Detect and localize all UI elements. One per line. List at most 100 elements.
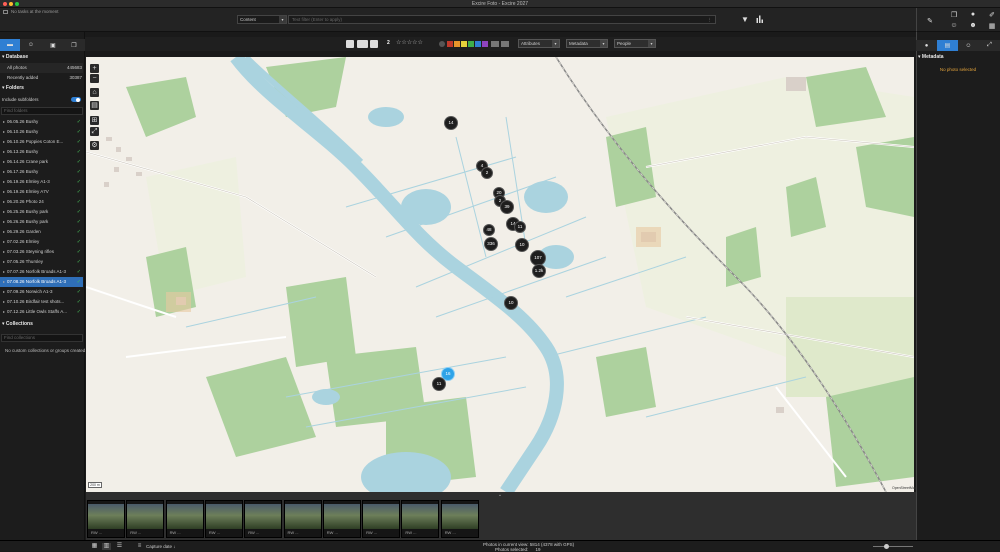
folder-item[interactable]: ▸ 07.02.26 Elmley ✓ <box>0 237 83 247</box>
folder-item[interactable]: ▸ 06.19.26 Elmley A7V ✓ <box>0 187 83 197</box>
star-rating-filter[interactable]: ☆☆☆☆☆ <box>396 39 423 46</box>
person-tab-icon[interactable]: ☺ <box>958 40 979 51</box>
map-view[interactable] <box>86 57 914 492</box>
find-collections-input[interactable]: Find collections <box>1 334 83 342</box>
filmstrip-collapse-icon[interactable]: ⌄ <box>496 492 504 498</box>
thumbnail-size-slider[interactable] <box>873 546 913 547</box>
map-settings-icon[interactable]: ⚙ <box>90 141 99 150</box>
folder-item[interactable]: ▸ 07.05.26 Thursley ✓ <box>0 257 83 267</box>
photo-cluster-marker[interactable]: 48 <box>483 224 495 236</box>
color-label-purple[interactable] <box>482 41 488 47</box>
photo-cluster-marker[interactable]: 336 <box>484 237 498 251</box>
metadata-select[interactable]: Metadata ▾ <box>566 39 608 48</box>
filter-funnel-icon[interactable]: ▼ <box>741 15 749 24</box>
statistics-bars-icon[interactable] <box>756 15 764 23</box>
folder-item[interactable]: ▸ 06.10.26 Bushy ✓ <box>0 127 83 137</box>
color-label-blue[interactable] <box>475 41 481 47</box>
fit-bounds-icon[interactable]: ⤢ <box>90 127 99 136</box>
reject-filter-icon[interactable] <box>501 41 509 47</box>
photo-cluster-marker[interactable]: 11 <box>514 221 526 233</box>
folder-item[interactable]: ▸ 06.25.26 Bushy park ✓ <box>0 207 83 217</box>
face-icon[interactable]: ☺ <box>946 20 962 31</box>
single-view-button[interactable] <box>346 40 354 48</box>
filmstrip-thumbnail[interactable]: RW ... <box>126 500 165 538</box>
photo-cluster-marker[interactable]: 14 <box>444 116 458 130</box>
database-header[interactable]: ▾ Database <box>0 54 85 62</box>
people-tab-icon[interactable]: ☺ <box>21 39 41 51</box>
folder-item[interactable]: ▸ 07.10.26 Birdfair test shots... ✓ <box>0 297 83 307</box>
people-icon[interactable]: ☻ <box>965 20 981 31</box>
recently-added-row[interactable]: Recently added 30387 <box>0 73 83 83</box>
folder-item[interactable]: ▸ 06.10.26 Poppies Coton E... ✓ <box>0 137 83 147</box>
color-label-yellow[interactable] <box>461 41 467 47</box>
attributes-select[interactable]: Attributes ▾ <box>518 39 560 48</box>
filmstrip-thumbnail[interactable]: RW ... <box>283 500 322 538</box>
people-select[interactable]: People ▾ <box>614 39 656 48</box>
layers-icon[interactable]: ❒ <box>946 9 962 20</box>
text-filter-input[interactable]: Text filter (Enter to apply) ⋮ <box>288 15 716 24</box>
folder-item[interactable]: ▸ 07.08.26 Norfolk Broads A1-3 ✓ <box>0 277 83 287</box>
color-label-green[interactable] <box>468 41 474 47</box>
sort-icon[interactable]: ≡ <box>135 543 144 550</box>
filmstrip-thumbnail[interactable]: RW ... <box>204 500 243 538</box>
filmstrip-thumbnail[interactable]: RW ... <box>401 500 440 538</box>
photo-cluster-marker[interactable]: 10 <box>515 238 529 252</box>
collections-tab-icon[interactable]: ❐ <box>64 39 84 51</box>
folder-item[interactable]: ▸ 07.09.26 Norwich A1-3 ✓ <box>0 287 83 297</box>
compare-view-button[interactable] <box>357 40 368 48</box>
filmstrip-thumbnail[interactable]: RW ... <box>440 500 479 538</box>
calendar-icon[interactable]: ▤ <box>90 101 99 110</box>
folder-item[interactable]: ▸ 06.29.26 Garden ✓ <box>0 227 83 237</box>
info-tab-icon[interactable]: ● <box>916 40 937 51</box>
color-label-red[interactable] <box>447 41 453 47</box>
folder-item[interactable]: ▸ 06.13.26 Bushy ✓ <box>0 147 83 157</box>
home-icon[interactable]: ⌂ <box>90 88 99 97</box>
filmstrip-thumbnail[interactable]: RW ... <box>165 500 204 538</box>
find-folders-input[interactable]: Find folders <box>1 107 83 115</box>
folder-item[interactable]: ▸ 06.14.26 Crane park ✓ <box>0 157 83 167</box>
filmstrip-thumbnail[interactable]: RW ... <box>87 500 125 538</box>
photo-tab-icon[interactable]: ▣ <box>43 39 63 51</box>
expand-icon[interactable]: ⋮ <box>708 17 713 23</box>
filmstrip-thumbnail[interactable]: RW ... <box>362 500 401 538</box>
folder-item[interactable]: ▸ 06.05.26 Bushy ✓ <box>0 117 83 127</box>
photo-cluster-marker[interactable]: 11 <box>432 377 446 391</box>
zoom-out-button[interactable]: − <box>90 74 99 83</box>
grid-icon[interactable]: ▦ <box>984 20 1000 31</box>
folders-header[interactable]: ▾ Folders <box>0 85 85 93</box>
folder-item[interactable]: ▸ 07.07.26 Norfolk Broads A1-3 ✓ <box>0 267 83 277</box>
photo-cluster-marker[interactable]: 10 <box>504 296 518 310</box>
filmstrip-thumbnail[interactable]: RW ... <box>322 500 361 538</box>
full-view-button[interactable] <box>370 40 378 48</box>
include-subfolders-toggle[interactable] <box>71 97 81 102</box>
map-attribution[interactable]: OpenStreetMap <box>892 486 917 490</box>
filmstrip-thumbnail[interactable]: RW ... <box>244 500 283 538</box>
folder-item[interactable]: ▸ 06.20.26 Photo 24 ✓ <box>0 197 83 207</box>
folder-item[interactable]: ▸ 06.26.26 Bushy park ✓ <box>0 217 83 227</box>
edit-list-icon[interactable]: ✎ <box>922 15 938 26</box>
folder-item[interactable]: ▸ 06.19.26 Elmley A1-3 ✓ <box>0 177 83 187</box>
photo-cluster-marker[interactable]: 39 <box>500 200 514 214</box>
photo-cluster-marker[interactable]: 1.2k <box>532 264 546 278</box>
checklist-icon[interactable]: ☰ <box>115 543 124 550</box>
all-photos-row[interactable]: All photos 445683 <box>0 63 83 73</box>
location-pin-icon[interactable]: ● <box>965 9 981 20</box>
color-label-orange[interactable] <box>454 41 460 47</box>
folder-item[interactable]: ▸ 06.17.26 Bushy ✓ <box>0 167 83 177</box>
map-view-icon[interactable]: ▥ <box>102 543 111 550</box>
grid-view-icon[interactable]: ▦ <box>90 543 99 550</box>
draw-region-icon[interactable]: ⊞ <box>90 116 99 125</box>
brush-icon[interactable]: ✐ <box>984 9 1000 20</box>
expand-tab-icon[interactable]: ⤢ <box>979 40 1000 51</box>
folder-item[interactable]: ▸ 07.03.26 Steyning rifles ✓ <box>0 247 83 257</box>
metadata-tab-icon[interactable]: ▤ <box>937 40 958 51</box>
photo-cluster-marker[interactable]: 2 <box>481 167 493 179</box>
no-color-label[interactable] <box>439 41 445 47</box>
collections-header[interactable]: ▾ Collections <box>0 321 85 329</box>
folder-tab-icon[interactable]: ▬ <box>0 39 20 51</box>
sort-by-capture-date[interactable]: Capture date ↓ <box>146 544 176 549</box>
slider-handle[interactable] <box>884 544 889 549</box>
search-type-select[interactable]: Content ▾ <box>237 15 287 24</box>
zoom-in-button[interactable]: + <box>90 64 99 73</box>
flag-filter-icon[interactable] <box>491 41 499 47</box>
